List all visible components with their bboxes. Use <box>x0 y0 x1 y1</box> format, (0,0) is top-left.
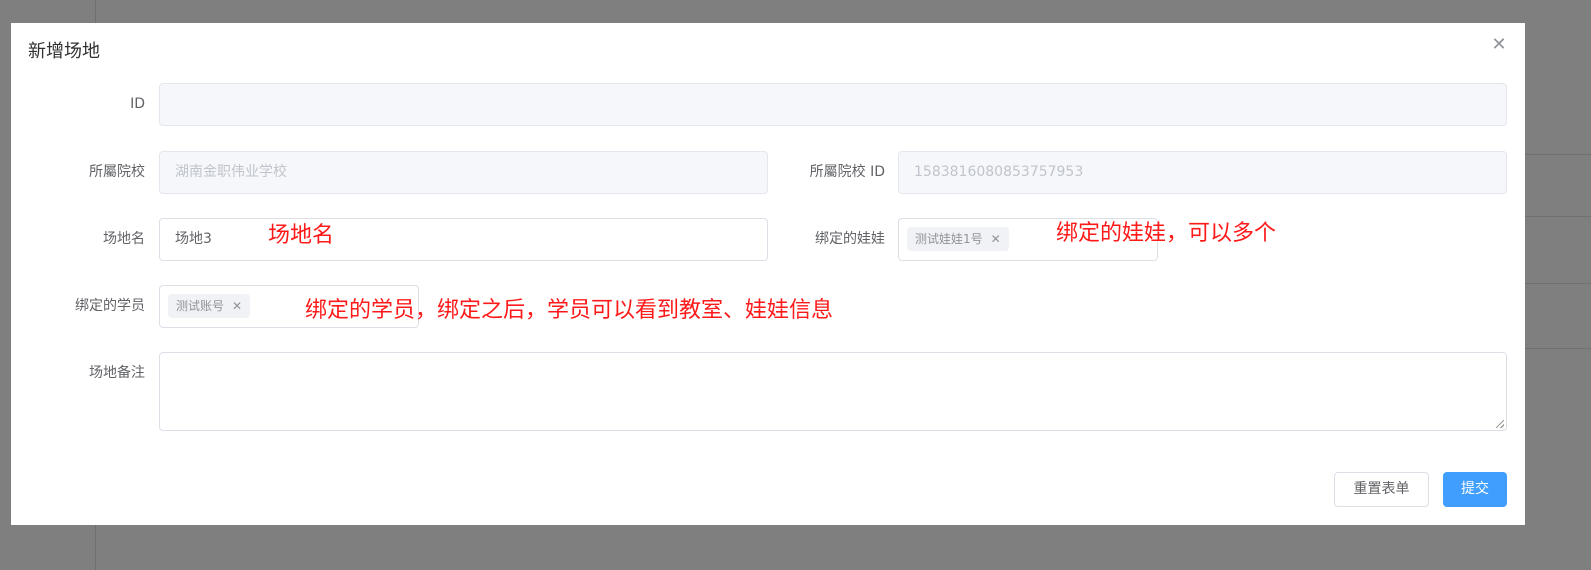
id-input[interactable] <box>159 83 1507 126</box>
background-table-line <box>1524 216 1591 217</box>
dialog-title: 新增场地 <box>28 41 100 62</box>
add-venue-dialog: 新增场地 ✕ ID 所屬院校 湖南金职伟业学校 所屬院校 ID 15838160… <box>11 23 1525 525</box>
school-id-input[interactable]: 1583816080853757953 <box>898 151 1507 194</box>
venue-name-label: 场地名 <box>103 231 145 247</box>
doll-tag: 测试娃娃1号 ✕ <box>907 227 1009 251</box>
annotation-bound-dolls: 绑定的娃娃，可以多个 <box>1056 221 1277 246</box>
tag-close-icon[interactable]: ✕ <box>991 232 1001 246</box>
annotation-bound-students: 绑定的学员，绑定之后，学员可以看到教室、娃娃信息 <box>305 298 834 323</box>
remark-textarea[interactable] <box>159 352 1507 431</box>
school-label: 所屬院校 <box>89 164 145 180</box>
student-tag: 测试账号 ✕ <box>168 294 251 318</box>
resize-grip-icon[interactable] <box>1496 420 1504 428</box>
doll-tag-label: 测试娃娃1号 <box>915 232 983 246</box>
id-label: ID <box>130 96 145 112</box>
remark-label: 场地备注 <box>89 365 145 381</box>
close-icon[interactable]: ✕ <box>1491 36 1507 54</box>
school-id-label: 所屬院校 ID <box>809 164 885 180</box>
tag-close-icon[interactable]: ✕ <box>232 299 242 313</box>
student-tag-label: 测试账号 <box>176 299 225 313</box>
background-table-line <box>1524 154 1591 155</box>
bound-dolls-label: 绑定的娃娃 <box>815 231 885 247</box>
school-input[interactable]: 湖南金职伟业学校 <box>159 151 768 194</box>
background-table-line <box>1524 348 1591 349</box>
submit-button[interactable]: 提交 <box>1443 472 1507 507</box>
annotation-venue-name: 场地名 <box>268 223 335 248</box>
venue-name-input[interactable]: 场地3 <box>159 218 768 261</box>
bound-students-label: 绑定的学员 <box>75 298 145 314</box>
reset-button[interactable]: 重置表单 <box>1334 472 1429 507</box>
background-table-line <box>1524 283 1591 284</box>
